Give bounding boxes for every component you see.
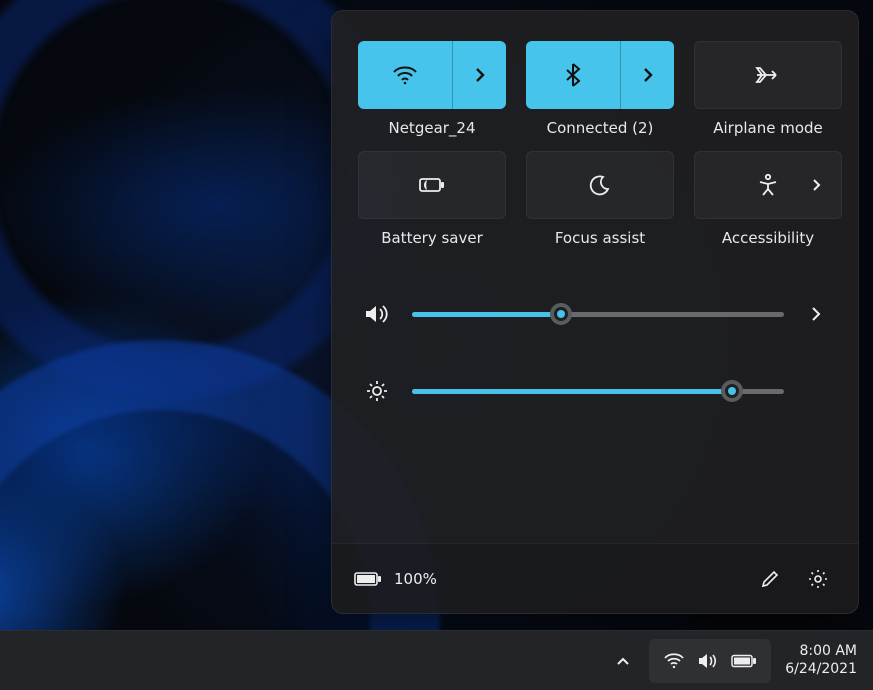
- battery-saver-toggle[interactable]: [358, 151, 506, 219]
- chevron-right-icon: [641, 66, 655, 84]
- tray-overflow-button[interactable]: [605, 639, 641, 683]
- taskbar-clock[interactable]: 8:00 AM 6/24/2021: [779, 643, 863, 678]
- taskbar: 8:00 AM 6/24/2021: [0, 630, 873, 690]
- bluetooth-tile-wrap: Connected (2): [526, 41, 674, 137]
- speaker-icon: [697, 652, 719, 670]
- accessibility-label: Accessibility: [722, 229, 814, 247]
- gear-icon: [807, 568, 829, 590]
- focus-assist-toggle[interactable]: [526, 151, 674, 219]
- brightness-slider-fill: [412, 389, 732, 394]
- system-tray-group[interactable]: [649, 639, 771, 683]
- brightness-slider-thumb[interactable]: [721, 380, 743, 402]
- wifi-icon: [663, 653, 685, 669]
- bluetooth-label: Connected (2): [547, 119, 654, 137]
- accessibility-toggle[interactable]: [694, 151, 842, 219]
- chevron-right-icon: [473, 66, 487, 84]
- taskbar-time: 8:00 AM: [799, 643, 857, 661]
- brightness-slider[interactable]: [412, 389, 784, 394]
- volume-slider-row: [362, 303, 828, 325]
- moon-icon: [589, 174, 611, 196]
- pencil-icon: [760, 569, 780, 589]
- brightness-icon: [362, 379, 392, 403]
- bluetooth-icon: [564, 62, 582, 88]
- taskbar-date: 6/24/2021: [785, 661, 857, 679]
- volume-expand-button[interactable]: [804, 305, 828, 323]
- chevron-right-icon: [811, 177, 823, 193]
- edit-quick-settings-button[interactable]: [752, 561, 788, 597]
- chevron-up-icon: [615, 655, 631, 667]
- airplane-tile-wrap: Airplane mode: [694, 41, 842, 137]
- wifi-tile-wrap: Netgear_24: [358, 41, 506, 137]
- wifi-label: Netgear_24: [388, 119, 475, 137]
- settings-button[interactable]: [800, 561, 836, 597]
- focus-assist-tile-wrap: Focus assist: [526, 151, 674, 247]
- battery-saver-icon: [417, 176, 447, 194]
- wifi-toggle[interactable]: [358, 41, 506, 109]
- bluetooth-toggle-main[interactable]: [526, 41, 620, 109]
- accessibility-expand-button[interactable]: [811, 177, 823, 193]
- wifi-icon: [392, 65, 418, 85]
- wifi-toggle-main[interactable]: [358, 41, 452, 109]
- speaker-icon: [362, 303, 392, 325]
- airplane-icon: [754, 63, 782, 87]
- airplane-label: Airplane mode: [713, 119, 823, 137]
- focus-assist-label: Focus assist: [555, 229, 645, 247]
- airplane-toggle[interactable]: [694, 41, 842, 109]
- volume-slider-fill: [412, 312, 561, 317]
- bluetooth-toggle[interactable]: [526, 41, 674, 109]
- sliders-section: [332, 275, 858, 413]
- bluetooth-expand-button[interactable]: [620, 41, 674, 109]
- volume-slider-thumb[interactable]: [550, 303, 572, 325]
- accessibility-icon: [757, 173, 779, 197]
- battery-icon: [731, 654, 757, 668]
- battery-icon: [354, 571, 382, 587]
- chevron-right-icon: [809, 305, 823, 323]
- battery-percent-label: 100%: [394, 570, 437, 588]
- quick-settings-panel: Netgear_24 Connected (2): [331, 10, 859, 614]
- quick-tiles-grid: Netgear_24 Connected (2): [332, 11, 858, 257]
- brightness-slider-row: [362, 379, 828, 403]
- battery-saver-label: Battery saver: [381, 229, 483, 247]
- volume-slider[interactable]: [412, 312, 784, 317]
- battery-saver-tile-wrap: Battery saver: [358, 151, 506, 247]
- quick-settings-footer: 100%: [332, 543, 858, 613]
- accessibility-tile-wrap: Accessibility: [694, 151, 842, 247]
- wifi-expand-button[interactable]: [452, 41, 506, 109]
